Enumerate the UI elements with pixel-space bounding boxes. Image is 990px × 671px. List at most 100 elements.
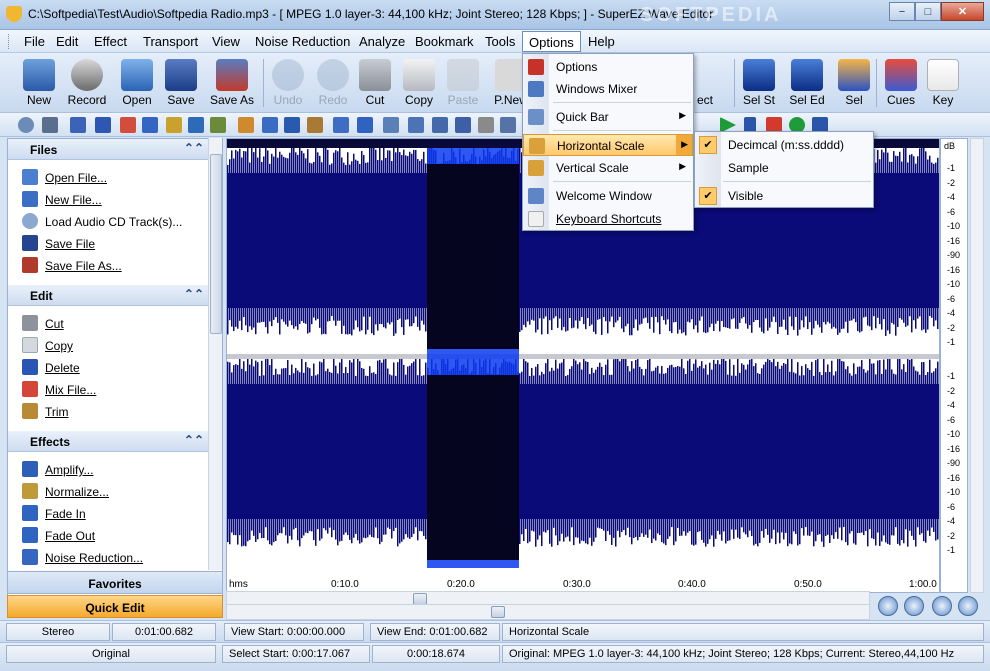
task-save-file[interactable]: Save File [8,232,222,254]
task-label: Cut [45,317,64,331]
menu-edit[interactable]: Edit [56,34,78,49]
key-label: Key [932,93,954,107]
menu-item-visible[interactable]: ✔ Visible [695,185,873,207]
waveform-tool-icon[interactable] [142,117,158,133]
effects-header-label: Effects [30,435,71,449]
task-fade-out[interactable]: Fade Out [8,524,222,546]
collapse-icon[interactable]: ⌃⌃ [184,287,204,301]
waveform-tool-icon[interactable] [166,117,182,133]
menu-noise-reduction[interactable]: Noise Reduction [255,34,350,49]
menu-item-quick-bar[interactable]: Quick Bar ▶ [523,106,693,128]
task-normalize[interactable]: Normalize... [8,480,222,502]
delete-icon [22,359,38,375]
waveform-tool-icon[interactable] [432,117,448,133]
menu-view[interactable]: View [212,34,240,49]
save-button[interactable]: Save [156,57,206,111]
menu-item-decimal[interactable]: ✔ Decimcal (m:ss.dddd) [695,134,873,156]
task-amplify[interactable]: Amplify... [8,458,222,480]
task-delete[interactable]: Delete [8,356,222,378]
waveform-tool-icon[interactable] [383,117,399,133]
clock-icon[interactable] [18,117,34,133]
task-label: Open File... [45,171,108,185]
waveform-tool-icon[interactable] [95,117,111,133]
files-section-header[interactable]: Files ⌃⌃ [8,139,222,160]
microphone-icon [71,59,103,91]
menu-analyze[interactable]: Analyze [359,34,405,49]
task-new-file[interactable]: New File... [8,188,222,210]
menu-transport[interactable]: Transport [143,34,198,49]
collapse-icon[interactable]: ⌃⌃ [184,141,204,155]
checkmark-icon: ✔ [699,136,717,154]
edit-section-header[interactable]: Edit ⌃⌃ [8,285,222,306]
menu-item-options[interactable]: Options [523,56,693,78]
waveform-tool-icon[interactable] [500,117,516,133]
record-button[interactable]: Record [62,57,112,111]
db-tick: -6 [947,293,956,304]
open-button[interactable]: Open [112,57,162,111]
waveform-tool-icon[interactable] [120,117,136,133]
waveform-tool-icon[interactable] [357,117,373,133]
waveform-tool-icon[interactable] [210,117,226,133]
task-noise-reduction[interactable]: Noise Reduction... [8,546,222,568]
task-fade-in[interactable]: Fade In [8,502,222,524]
task-trim[interactable]: Trim [8,400,222,422]
task-save-file-as[interactable]: Save File As... [8,254,222,276]
paste-button[interactable]: Paste [438,57,488,111]
task-open-file[interactable]: Open File... [8,166,222,188]
select-button[interactable]: Sel [829,57,879,111]
menu-item-windows-mixer[interactable]: Windows Mixer [523,78,693,100]
menu-item-keyboard-shortcuts[interactable]: Keyboard Shortcuts [523,208,693,230]
task-cut[interactable]: Cut [8,312,222,334]
new-button[interactable]: New [14,57,64,111]
vertical-scrollbar[interactable] [970,138,984,593]
menu-item-welcome-window[interactable]: Welcome Window [523,185,693,207]
waveform-tool-icon[interactable] [307,117,323,133]
select-end-button[interactable]: Sel Ed [782,57,832,111]
waveform-tool-icon[interactable] [408,117,424,133]
waveform-tool-icon[interactable] [262,117,278,133]
cut-button[interactable]: Cut [350,57,400,111]
zoom-full-icon[interactable] [958,596,978,616]
menu-item-horizontal-scale[interactable]: Horizontal Scale ▶ [523,134,693,156]
menu-bookmark[interactable]: Bookmark [415,34,474,49]
menu-tools[interactable]: Tools [485,34,515,49]
copy-button[interactable]: Copy [394,57,444,111]
waveform-tool-icon[interactable] [284,117,300,133]
menu-effect[interactable]: Effect [94,34,127,49]
waveform-tool-icon[interactable] [238,117,254,133]
effects-section-header[interactable]: Effects ⌃⌃ [8,431,222,452]
waveform-tool-icon[interactable] [478,117,494,133]
menu-file[interactable]: File [24,34,45,49]
task-mix-file[interactable]: Mix File... [8,378,222,400]
menu-item-sample[interactable]: Sample [695,157,873,179]
task-copy[interactable]: Copy [8,334,222,356]
zoom-in-icon[interactable] [878,596,898,616]
maximize-button[interactable]: □ [915,2,941,21]
quick-edit-tab[interactable]: Quick Edit [7,595,223,618]
task-panel-scrollbar[interactable] [208,138,222,570]
waveform-tool-icon[interactable] [455,117,471,133]
collapse-icon[interactable]: ⌃⌃ [184,433,204,447]
menu-help[interactable]: Help [588,34,615,49]
zoom-selection-icon[interactable] [932,596,952,616]
select-start-button[interactable]: Sel St [734,57,784,111]
waveform-tool-icon[interactable] [333,117,349,133]
task-load-cd[interactable]: Load Audio CD Track(s)... [8,210,222,232]
menu-item-vertical-scale[interactable]: Vertical Scale ▶ [523,157,693,179]
scrollbar-thumb[interactable] [210,154,222,334]
undo-button[interactable]: Undo [263,57,313,111]
minimize-button[interactable]: − [889,2,915,21]
menu-options[interactable]: Options [522,31,581,52]
submenu-arrow-icon: ▶ [681,139,688,149]
waveform-tool-icon[interactable] [188,117,204,133]
right-channel[interactable] [227,359,939,547]
close-button[interactable]: ✕ [941,2,984,21]
zoom-scrollbar[interactable] [226,604,870,620]
favorites-tab[interactable]: Favorites [7,571,223,594]
volume-icon[interactable] [42,117,58,133]
waveform-tool-icon[interactable] [70,117,86,133]
save-as-button[interactable]: Save As [207,57,257,111]
scrollbar-thumb[interactable] [491,606,505,618]
zoom-out-icon[interactable] [904,596,924,616]
key-button[interactable]: Key [918,57,968,111]
